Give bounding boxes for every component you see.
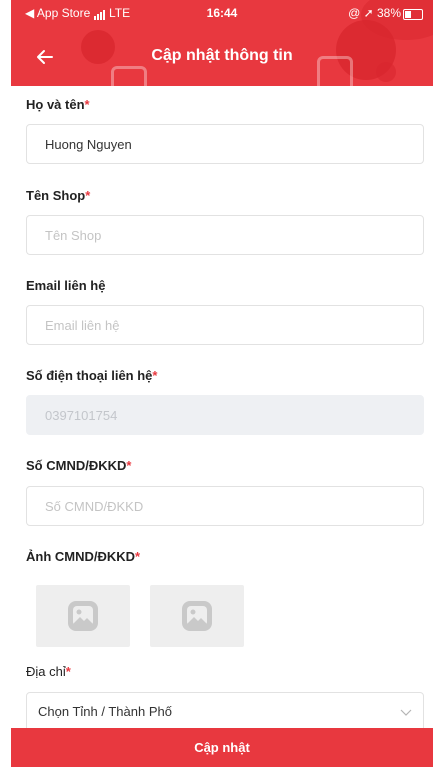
full-name-input[interactable]	[26, 124, 424, 164]
shop-name-label: Tên Shop*	[26, 188, 91, 203]
id-number-label: Số CMND/ĐKKD*	[26, 458, 132, 473]
required-mark: *	[126, 458, 132, 473]
required-mark: *	[152, 368, 158, 383]
document-decoration-icon	[111, 66, 147, 86]
required-mark: *	[85, 188, 91, 203]
chevron-down-icon	[400, 709, 412, 716]
address-label: Địa chỉ*	[26, 664, 71, 679]
required-mark: *	[65, 664, 71, 679]
image-placeholder-icon	[68, 601, 98, 631]
phone-input	[26, 395, 424, 435]
app-header: ◀ App Store LTE 16:44 @ ➚ 38% Cập nhật t…	[11, 0, 433, 86]
id-photo-front-upload[interactable]	[36, 585, 130, 647]
status-bar: ◀ App Store LTE 16:44 @ ➚ 38%	[11, 6, 433, 24]
email-input[interactable]	[26, 305, 424, 345]
update-button[interactable]: Cập nhật	[11, 728, 433, 767]
id-number-input[interactable]	[26, 486, 424, 526]
province-select[interactable]: Chọn Tỉnh / Thành Phố	[26, 692, 424, 732]
shop-name-input[interactable]	[26, 215, 424, 255]
header-decoration	[376, 62, 396, 82]
id-photos-label: Ảnh CMND/ĐKKD*	[26, 549, 141, 564]
page-title: Cập nhật thông tin	[151, 47, 293, 64]
province-select-value: Chọn Tỉnh / Thành Phố	[38, 704, 172, 719]
image-placeholder-icon	[182, 601, 212, 631]
phone-label: Số điện thoại liên hệ*	[26, 368, 158, 383]
full-name-label: Họ và tên*	[26, 97, 90, 112]
battery-percentage: @ ➚ 38%	[348, 6, 401, 20]
required-mark: *	[135, 549, 141, 564]
email-label: Email liên hệ	[26, 278, 106, 293]
battery-icon	[403, 9, 423, 20]
id-photo-back-upload[interactable]	[150, 585, 244, 647]
required-mark: *	[84, 97, 90, 112]
